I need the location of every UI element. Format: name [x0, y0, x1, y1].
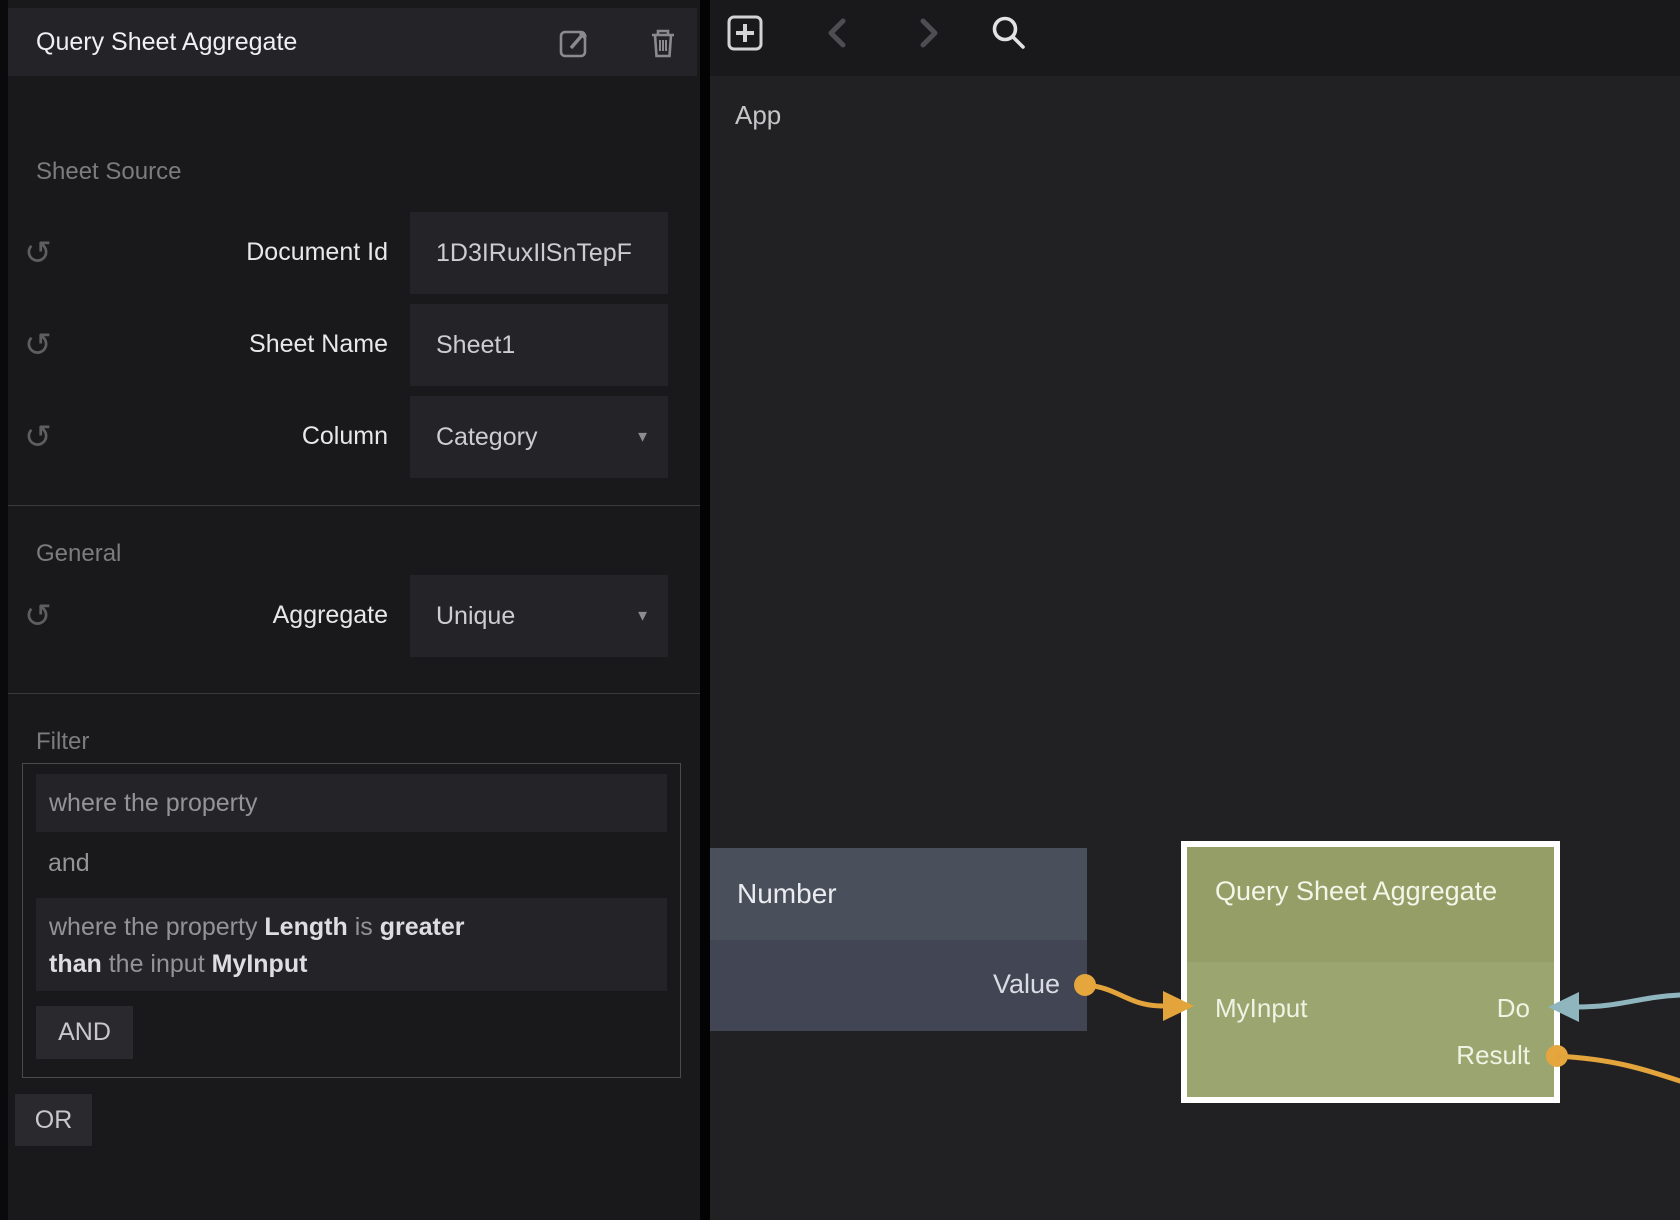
- nav-forward-icon[interactable]: [908, 13, 948, 53]
- panel-title: Query Sheet Aggregate: [36, 8, 297, 76]
- sheet-name-input[interactable]: Sheet1: [410, 304, 668, 386]
- canvas-toolbar: [710, 0, 1680, 76]
- search-icon[interactable]: [988, 13, 1028, 53]
- section-sheet-source: Sheet Source: [36, 158, 181, 186]
- node-number[interactable]: Number Value: [710, 848, 1087, 1031]
- breadcrumb[interactable]: App: [735, 100, 781, 131]
- port-do[interactable]: Do: [1497, 993, 1530, 1024]
- edit-icon[interactable]: [558, 26, 592, 60]
- nav-back-icon[interactable]: [818, 13, 858, 53]
- add-node-icon[interactable]: [725, 13, 765, 53]
- node-title: Number: [710, 848, 1087, 940]
- trash-icon[interactable]: [646, 26, 680, 60]
- node-query-sheet-aggregate[interactable]: Query Sheet Aggregate MyInput Do Result: [1181, 841, 1560, 1103]
- column-value: Category: [436, 423, 537, 452]
- sheet-name-value: Sheet1: [436, 331, 515, 360]
- chevron-down-icon: ▼: [635, 429, 650, 446]
- node-title: Query Sheet Aggregate: [1187, 847, 1554, 962]
- prop-label-sheet-name: Sheet Name: [100, 330, 388, 359]
- reset-icon[interactable]: ↺: [20, 598, 56, 634]
- panel-header: Query Sheet Aggregate: [8, 8, 697, 76]
- port-value[interactable]: Value: [993, 969, 1060, 1000]
- panel-divider[interactable]: [700, 0, 710, 1220]
- reset-icon[interactable]: ↺: [20, 235, 56, 271]
- port-result[interactable]: Result: [1456, 1040, 1530, 1071]
- column-select[interactable]: Category ▼: [410, 396, 668, 478]
- prop-label-column: Column: [100, 422, 388, 451]
- wire-do: [1576, 995, 1680, 1007]
- or-button[interactable]: OR: [15, 1094, 92, 1146]
- chevron-down-icon: ▼: [635, 608, 650, 625]
- section-general: General: [36, 540, 121, 568]
- and-button[interactable]: AND: [36, 1006, 133, 1059]
- aggregate-value: Unique: [436, 602, 515, 631]
- reset-icon[interactable]: ↺: [20, 327, 56, 363]
- wire-value-to-myinput: [1085, 985, 1162, 1006]
- section-filter: Filter: [36, 728, 89, 756]
- panel-edge-strip: [0, 0, 8, 1220]
- wire-result: [1557, 1056, 1680, 1081]
- node-canvas[interactable]: App Number Value Query Sheet Aggregate M…: [710, 0, 1680, 1220]
- filter-rule-empty[interactable]: where the property: [36, 774, 667, 832]
- reset-icon[interactable]: ↺: [20, 419, 56, 455]
- prop-label-aggregate: Aggregate: [100, 601, 388, 630]
- port-myinput[interactable]: MyInput: [1215, 993, 1308, 1024]
- prop-label-document-id: Document Id: [100, 238, 388, 267]
- aggregate-select[interactable]: Unique ▼: [410, 575, 668, 657]
- document-id-value: 1D3IRuxIlSnTepF: [436, 239, 632, 268]
- properties-panel: Query Sheet Aggregate Sheet Source ↺: [0, 0, 700, 1220]
- filter-rule[interactable]: where the property Length is greater tha…: [36, 898, 667, 991]
- document-id-input[interactable]: 1D3IRuxIlSnTepF: [410, 212, 668, 294]
- filter-conjunction: and: [48, 849, 90, 878]
- section-divider: [8, 693, 700, 694]
- filter-group: where the property and where the propert…: [22, 763, 681, 1078]
- app-window: Query Sheet Aggregate Sheet Source ↺: [0, 0, 1680, 1220]
- section-divider: [8, 505, 700, 506]
